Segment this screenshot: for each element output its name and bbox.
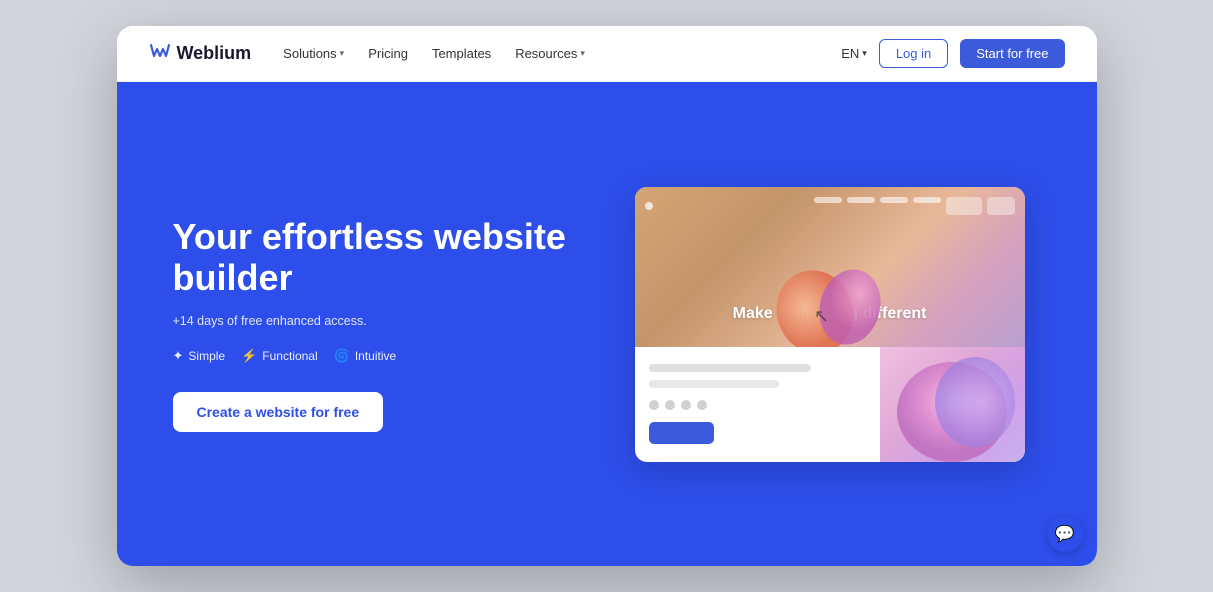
chevron-down-icon: ▾ — [862, 48, 867, 59]
nav-resources[interactable]: Resources ▾ — [515, 46, 585, 61]
intuitive-icon: 🌀 — [334, 348, 350, 364]
preview-bottom-left — [635, 347, 880, 462]
login-button[interactable]: Log in — [879, 39, 948, 68]
logo-area[interactable]: Weblium — [149, 43, 252, 64]
chevron-down-icon: ▾ — [580, 48, 585, 59]
top-pill — [913, 197, 941, 203]
preview-line-short — [649, 380, 779, 388]
nav-solutions[interactable]: Solutions ▾ — [283, 46, 344, 61]
hero-section: Your effortless website builder +14 days… — [117, 82, 1097, 566]
top-pills — [814, 197, 1015, 215]
top-pill — [847, 197, 875, 203]
abstract-shape — [770, 257, 890, 347]
feature-intuitive: 🌀 Intuitive — [334, 348, 397, 364]
browser-frame: Weblium Solutions ▾ Pricing Templates Re… — [117, 26, 1097, 566]
cursor-icon: ↖ — [814, 306, 829, 327]
preview-bottom — [635, 347, 1025, 462]
start-free-button[interactable]: Start for free — [960, 39, 1064, 68]
preview-dots — [649, 400, 866, 410]
preview-dot — [697, 400, 707, 410]
logo-text: Weblium — [177, 43, 252, 64]
top-pill — [880, 197, 908, 203]
preview-dot — [665, 400, 675, 410]
cta-button[interactable]: Create a website for free — [173, 392, 384, 432]
nav-pricing[interactable]: Pricing — [368, 46, 408, 61]
nav-right: EN ▾ Log in Start for free — [841, 39, 1064, 68]
simple-icon: ✦ — [173, 348, 184, 364]
top-pill — [814, 197, 842, 203]
top-pill-btn — [987, 197, 1015, 215]
hero-right: Make something different — [611, 122, 1049, 526]
top-pill-btn — [946, 197, 982, 215]
chevron-down-icon: ▾ — [340, 48, 345, 59]
preview-line — [649, 364, 812, 372]
preview-dot — [681, 400, 691, 410]
hero-features: ✦ Simple ⚡ Functional 🌀 Intuitive — [173, 348, 571, 364]
logo-icon — [149, 43, 171, 64]
nav-templates[interactable]: Templates — [432, 46, 491, 61]
chat-bubble-button[interactable]: 💬 — [1047, 516, 1083, 552]
preview-top: Make something different — [635, 187, 1025, 347]
preview-bottom-right — [880, 347, 1025, 462]
preview-cta-btn — [649, 422, 714, 444]
language-selector[interactable]: EN ▾ — [841, 46, 867, 61]
feature-simple: ✦ Simple — [173, 348, 226, 364]
pink-shape — [880, 347, 1025, 462]
nav-links: Solutions ▾ Pricing Templates Resources … — [283, 46, 841, 61]
hero-title: Your effortless website builder — [173, 216, 571, 299]
navbar: Weblium Solutions ▾ Pricing Templates Re… — [117, 26, 1097, 82]
feature-functional: ⚡ Functional — [241, 348, 318, 364]
preview-top-bar — [645, 197, 1015, 215]
functional-icon: ⚡ — [241, 348, 257, 364]
hero-subtitle: +14 days of free enhanced access. — [173, 314, 571, 328]
hero-left: Your effortless website builder +14 days… — [173, 122, 611, 526]
chat-icon: 💬 — [1055, 524, 1075, 544]
top-dot — [645, 202, 653, 210]
preview-card: Make something different — [635, 187, 1025, 462]
preview-dot — [649, 400, 659, 410]
